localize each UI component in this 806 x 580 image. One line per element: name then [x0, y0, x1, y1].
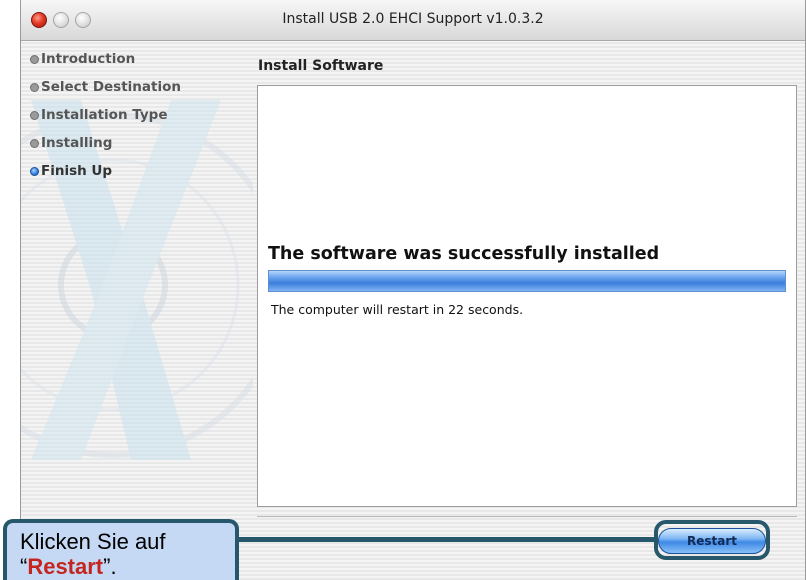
- success-heading: The software was successfully installed: [268, 244, 660, 264]
- step-installing: Installing: [30, 129, 181, 157]
- step-introduction: Introduction: [30, 45, 181, 73]
- step-bullet-icon: [30, 110, 39, 120]
- button-bar-divider: [257, 516, 797, 517]
- restart-button-highlight-frame: [654, 520, 770, 560]
- restart-countdown-text: The computer will restart in 22 seconds.: [271, 302, 524, 317]
- step-label: Installation Type: [41, 107, 168, 123]
- step-label: Finish Up: [41, 163, 113, 179]
- install-progress-fill: [269, 271, 785, 291]
- installer-window: Install USB 2.0 EHCI Support v1.0.3.2 In…: [20, 0, 806, 580]
- step-bullet-icon: [30, 82, 39, 92]
- active-step-bullet-icon: [30, 166, 39, 176]
- step-bullet-icon: [30, 138, 39, 148]
- step-installation-type: Installation Type: [30, 101, 181, 129]
- install-progress-bar: [268, 270, 786, 292]
- installer-steps-list: Introduction Select Destination Installa…: [30, 45, 181, 185]
- content-panel: The software was successfully installed …: [257, 85, 797, 507]
- callout-highlight: Restart: [27, 554, 104, 579]
- title-bar[interactable]: Install USB 2.0 EHCI Support v1.0.3.2: [21, 0, 805, 41]
- step-finish-up: Finish Up: [30, 157, 181, 185]
- callout-connector-line: [238, 537, 654, 542]
- callout-line-1: Klicken Sie auf: [20, 529, 166, 554]
- step-label: Select Destination: [41, 79, 181, 95]
- instruction-callout: Klicken Sie auf “Restart”.: [3, 519, 239, 580]
- screenshot-page: Install USB 2.0 EHCI Support v1.0.3.2 In…: [0, 0, 806, 580]
- step-label: Introduction: [41, 51, 136, 67]
- step-label: Installing: [41, 135, 113, 151]
- section-title: Install Software: [258, 58, 384, 74]
- callout-quote-close: ”.: [103, 554, 117, 579]
- step-bullet-icon: [30, 54, 39, 64]
- step-select-destination: Select Destination: [30, 73, 181, 101]
- window-title: Install USB 2.0 EHCI Support v1.0.3.2: [282, 11, 544, 27]
